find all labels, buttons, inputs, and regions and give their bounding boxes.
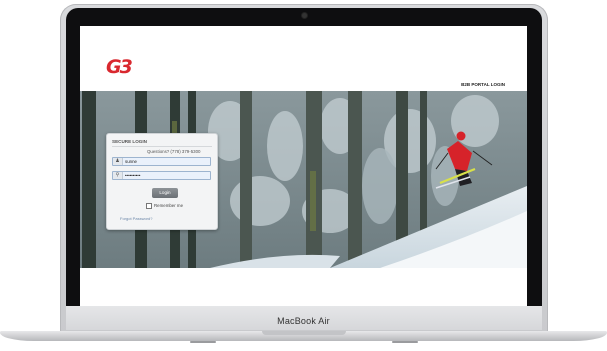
device-brand-label: MacBook Air (277, 316, 330, 326)
remember-label: Remember me (154, 203, 184, 209)
left-foot (190, 341, 216, 343)
username-value: sunne (125, 158, 137, 164)
key-icon: ⚲ (113, 172, 123, 179)
divider (112, 146, 212, 147)
lid-notch (262, 331, 346, 335)
login-button[interactable]: Login (152, 188, 178, 198)
secure-login-panel: SECURE LOGIN Questions? (778) 379-5300 ♟… (106, 133, 218, 230)
portal-title: B2B PORTAL LOGIN (461, 82, 505, 87)
hero-image: SECURE LOGIN Questions? (778) 379-5300 ♟… (80, 91, 527, 268)
camera-icon (302, 13, 307, 18)
g3-logo[interactable]: G3 (106, 57, 144, 77)
forgot-password-link[interactable]: Forgot Password? (120, 216, 152, 221)
password-field[interactable]: ⚲ •••••••••• (112, 171, 211, 180)
browser-screen: G3 B2B PORTAL LOGIN SECURE LOGIN Questio… (80, 26, 527, 306)
right-foot (392, 341, 418, 343)
support-phone: Questions? (778) 379-5300 (147, 149, 201, 154)
login-title: SECURE LOGIN (112, 139, 147, 144)
remember-checkbox[interactable] (146, 203, 152, 209)
remember-me[interactable]: Remember me (146, 203, 183, 209)
username-field[interactable]: ♟ sunne (112, 157, 211, 166)
password-value: •••••••••• (125, 172, 141, 178)
user-icon: ♟ (113, 158, 123, 165)
